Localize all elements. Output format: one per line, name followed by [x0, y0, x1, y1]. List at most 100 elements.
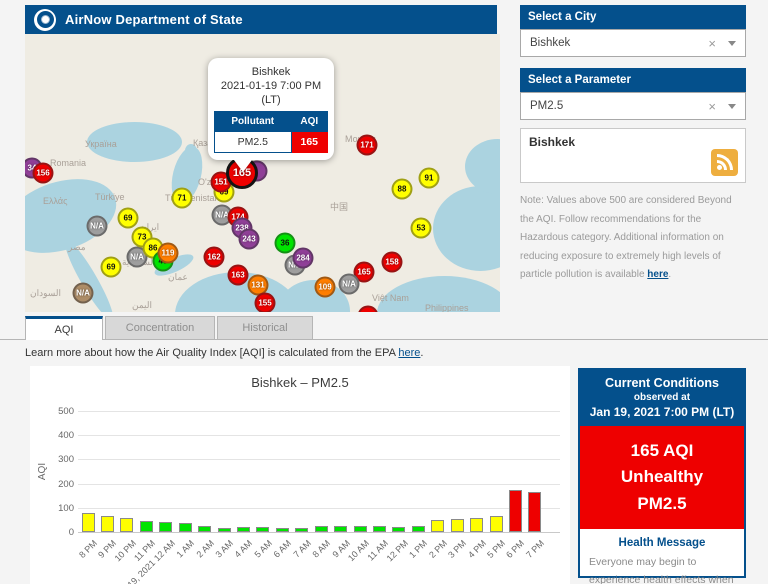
chart-bar[interactable]	[334, 525, 348, 532]
aqi-marker[interactable]: 163	[227, 264, 249, 286]
popup-aqi-table: Pollutant AQI PM2.5 165	[214, 111, 329, 154]
tab-aqi[interactable]: AQI	[25, 316, 103, 340]
chart-bar[interactable]	[100, 515, 114, 532]
aqi-note-link[interactable]: here	[647, 269, 668, 280]
aqi-marker[interactable]: 71	[171, 187, 193, 209]
department-of-state-seal-icon	[34, 8, 56, 31]
chart-x-tick-label: 5 PM	[485, 538, 508, 560]
city-caret-down-icon[interactable]	[728, 40, 736, 46]
water-south-china-sea	[377, 276, 500, 312]
aqi-marker[interactable]: 284	[292, 247, 314, 269]
aqi-marker[interactable]: 162	[203, 246, 225, 268]
aqi-marker[interactable]: 171	[356, 134, 378, 156]
current-aqi-pollutant: PM2.5	[637, 493, 687, 513]
chart-x-tick-label: 10 PM	[112, 538, 138, 564]
chart-bar[interactable]	[431, 519, 445, 532]
chart-bar[interactable]	[295, 527, 309, 532]
chart-x-tick-label: 6 AM	[271, 538, 294, 560]
aqi-marker[interactable]: N/A	[72, 282, 94, 304]
city-select[interactable]: Bishkek ×	[520, 29, 746, 57]
chart-x-tick-label: 8 PM	[77, 538, 100, 560]
chart-bar[interactable]	[159, 522, 173, 532]
chart-x-tick-label: 4 AM	[232, 538, 255, 560]
aqi-note-suffix: .	[668, 269, 672, 280]
chart-gridline	[78, 507, 560, 509]
chart-title: Bishkek – PM2.5	[251, 375, 349, 390]
chart-bar[interactable]	[411, 525, 425, 532]
popup-aqi-value: 165	[290, 131, 329, 154]
chart-bar[interactable]	[256, 527, 270, 532]
chart-y-tick-label: 0	[68, 527, 74, 538]
observed-at-datetime: Jan 19, 2021 7:00 PM (LT)	[589, 405, 735, 419]
aqi-marker[interactable]: 155	[254, 292, 276, 312]
chart-x-tick-label: 8 AM	[310, 538, 333, 560]
city-clear-icon[interactable]: ×	[708, 37, 716, 50]
chart-bar[interactable]	[353, 525, 367, 532]
aqi-marker[interactable]: 243	[238, 228, 260, 250]
aqi-marker[interactable]: 119	[157, 242, 179, 264]
aqi-marker[interactable]: 156	[32, 162, 54, 184]
aqi-marker[interactable]: 88	[391, 178, 413, 200]
chart-bar[interactable]	[470, 518, 484, 532]
aqi-marker[interactable]: N/A	[338, 273, 360, 295]
chart-x-tick-label: 1 PM	[407, 538, 430, 560]
app-title: AirNow Department of State	[65, 12, 243, 27]
rss-city-label: Bishkek	[529, 135, 576, 149]
chart-bar[interactable]	[217, 527, 231, 532]
select-city-header: Select a City	[520, 5, 746, 29]
chart-bar[interactable]	[372, 525, 386, 532]
tab-concentration[interactable]: Concentration	[105, 316, 215, 339]
chart-bar[interactable]	[528, 492, 542, 532]
chart-bar[interactable]	[508, 490, 522, 532]
popup-datetime: 2021-01-19 7:00 PM	[220, 79, 322, 92]
chart-bar[interactable]	[450, 519, 464, 532]
chart-bar[interactable]	[198, 525, 212, 532]
rss-icon[interactable]	[711, 149, 738, 176]
tab-bar: AQI Concentration Historical	[25, 316, 313, 340]
aqi-marker[interactable]: 91	[418, 167, 440, 189]
chart-y-tick-label: 400	[58, 430, 74, 442]
map-place-label: اليمن	[132, 300, 153, 310]
aqi-marker[interactable]: N/A	[86, 215, 108, 237]
learn-more-body: Learn more about how the Air Quality Ind…	[25, 347, 399, 359]
learn-more-link[interactable]: here	[398, 347, 420, 359]
aqi-note: Note: Values above 500 are considered Be…	[520, 192, 748, 285]
chart-bar[interactable]	[139, 521, 153, 532]
parameter-caret-down-icon[interactable]	[728, 103, 736, 109]
chart-bar[interactable]	[275, 527, 289, 532]
map-popup: Bishkek 2021-01-19 7:00 PM (LT) Pollutan…	[208, 58, 334, 173]
learn-more-text: Learn more about how the Air Quality Ind…	[25, 347, 423, 359]
chart-bar[interactable]	[120, 518, 134, 532]
water-sea-of-japan	[465, 139, 500, 194]
aqi-marker[interactable]: 36	[274, 232, 296, 254]
chart-gridline	[78, 435, 560, 437]
current-aqi-block: 165 AQI Unhealthy PM2.5	[580, 426, 744, 530]
popup-aqi-header: AQI	[290, 111, 329, 133]
popup-pollutant-header: Pollutant	[214, 111, 292, 133]
parameter-clear-icon[interactable]: ×	[708, 100, 716, 113]
aqi-world-map[interactable]: ҚазақстанУкраїнаRomaniaΕλλάςTürkiyeO'zbe…	[25, 34, 500, 312]
aqi-bar-chart: Bishkek – PM2.5 AQI 0 100 200 300 400 500 8 PM…	[30, 366, 570, 584]
aqi-marker[interactable]: 69	[100, 256, 122, 278]
tab-historical[interactable]: Historical	[217, 316, 313, 339]
aqi-marker[interactable]: 158	[381, 251, 403, 273]
aqi-marker[interactable]: 109	[314, 276, 336, 298]
chart-bar[interactable]	[489, 515, 503, 532]
chart-bar[interactable]	[392, 527, 406, 532]
aqi-marker[interactable]	[357, 305, 379, 312]
chart-bar[interactable]	[178, 523, 192, 532]
aqi-marker[interactable]: 69	[117, 207, 139, 229]
chart-y-tick-label: 500	[58, 406, 74, 417]
map-place-label: 中国	[330, 202, 349, 212]
map-place-label: Romania	[50, 158, 87, 168]
chart-bar[interactable]	[314, 526, 328, 532]
chart-bar[interactable]	[236, 527, 250, 532]
chart-bar[interactable]	[81, 512, 95, 532]
parameter-select[interactable]: PM2.5 ×	[520, 92, 746, 120]
water-east-china-sea	[433, 186, 500, 271]
water-black-sea	[87, 122, 182, 162]
aqi-marker[interactable]: 53	[410, 217, 432, 239]
popup-city: Bishkek	[251, 66, 291, 78]
water-aral-sea	[185, 144, 197, 158]
chart-gridline	[78, 411, 560, 412]
